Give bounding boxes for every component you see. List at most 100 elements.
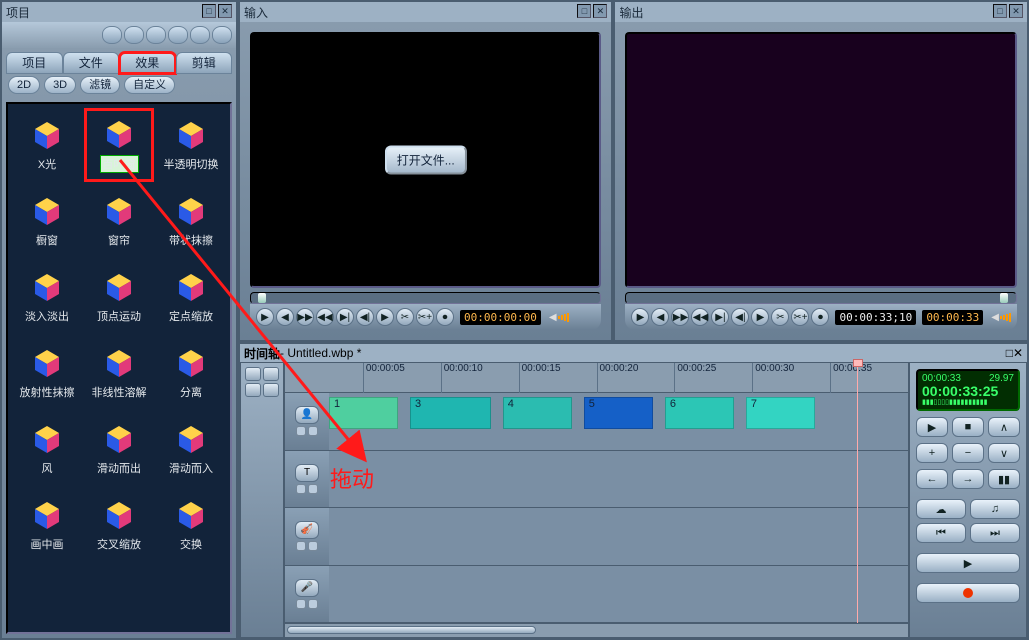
visibility-icon[interactable] (308, 484, 318, 494)
pad-btn[interactable]: ▶ (916, 417, 948, 437)
pad-btn[interactable]: ∨ (988, 443, 1020, 463)
visibility-icon[interactable] (308, 541, 318, 551)
sidebar-tool-3[interactable] (146, 26, 166, 44)
transport-btn-7[interactable]: ✂ (771, 308, 789, 326)
clip[interactable]: 6 (665, 397, 734, 429)
tl-tool[interactable] (263, 367, 279, 381)
clip[interactable]: 1 (329, 397, 398, 429)
filter-1[interactable]: 3D (44, 76, 76, 94)
pin-icon[interactable]: □ (577, 4, 591, 18)
pad-btn[interactable]: ▮▮ (988, 469, 1020, 489)
visibility-icon[interactable] (308, 599, 318, 609)
transport-btn-3[interactable]: ◀◀ (691, 308, 709, 326)
effect-item[interactable]: 交换 (158, 490, 224, 560)
filter-3[interactable]: 自定义 (124, 76, 175, 94)
effect-item[interactable]: 风 (14, 414, 80, 484)
lock-icon[interactable] (296, 426, 306, 436)
tab-0[interactable]: 项目 (6, 52, 63, 74)
clip[interactable]: 3 (410, 397, 491, 429)
sidebar-tool-5[interactable] (190, 26, 210, 44)
tab-1[interactable]: 文件 (63, 52, 120, 74)
pin-icon[interactable]: □ (1006, 346, 1013, 360)
tab-2[interactable]: 效果 (119, 52, 176, 74)
pad-btn[interactable]: ∧ (988, 417, 1020, 437)
lock-icon[interactable] (296, 599, 306, 609)
close-icon[interactable]: ✕ (593, 4, 607, 18)
effect-item[interactable]: 定点缩放 (158, 262, 224, 332)
transport-btn-7[interactable]: ✂ (396, 308, 414, 326)
video-track-body[interactable]: 134567 (329, 393, 908, 450)
effect-item[interactable]: 滑动而入 (158, 414, 224, 484)
transport-btn-0[interactable]: ▶ (256, 308, 274, 326)
effect-item[interactable]: 交叉缩放 (86, 490, 152, 560)
transport-btn-6[interactable]: ▶ (376, 308, 394, 326)
tl-tool[interactable] (245, 367, 261, 381)
pad-btn[interactable]: → (952, 469, 984, 489)
scrub-thumb[interactable] (258, 293, 266, 303)
sidebar-tool-2[interactable] (124, 26, 144, 44)
transport-btn-1[interactable]: ◀ (651, 308, 669, 326)
text-track-icon[interactable]: T (295, 464, 319, 482)
pad-btn[interactable]: ■ (952, 417, 984, 437)
input-screen[interactable]: 打开文件... (250, 32, 601, 288)
transport-btn-4[interactable]: ▶| (336, 308, 354, 326)
pad-btn[interactable]: ☁ (916, 499, 966, 519)
audio2-track-body[interactable] (329, 566, 908, 623)
sidebar-tool-6[interactable] (212, 26, 232, 44)
effect-item[interactable]: 滑动而出 (86, 414, 152, 484)
transport-btn-4[interactable]: ▶| (711, 308, 729, 326)
clip[interactable]: 5 (584, 397, 653, 429)
output-screen[interactable] (625, 32, 1017, 288)
tl-tool[interactable] (245, 383, 261, 397)
tab-3[interactable]: 剪辑 (176, 52, 233, 74)
transport-btn-8[interactable]: ✂+ (416, 308, 434, 326)
clip[interactable]: 7 (746, 397, 815, 429)
audio1-track-body[interactable] (329, 508, 908, 565)
scrub-thumb[interactable] (1000, 293, 1008, 303)
lock-icon[interactable] (296, 541, 306, 551)
effect-item[interactable]: 放射性抹擦 (14, 338, 80, 408)
transport-btn-8[interactable]: ✂+ (791, 308, 809, 326)
transport-btn-2[interactable]: ▶▶ (296, 308, 314, 326)
transport-btn-2[interactable]: ▶▶ (671, 308, 689, 326)
effect-item[interactable]: 画中画 (14, 490, 80, 560)
pad-btn[interactable]: + (916, 443, 948, 463)
transport-btn-5[interactable]: ◀| (356, 308, 374, 326)
transport-btn-9[interactable]: ⏺ (436, 308, 454, 326)
pad-btn[interactable]: ⏮ (916, 523, 966, 543)
transport-btn-0[interactable]: ▶ (631, 308, 649, 326)
lock-icon[interactable] (296, 484, 306, 494)
timeline-hscroll[interactable] (285, 623, 908, 637)
timeline-ruler[interactable]: 00:00:0500:00:1000:00:1500:00:2000:00:25… (285, 363, 908, 393)
effect-item[interactable]: 橱窗 (14, 186, 80, 256)
output-scrub[interactable] (625, 292, 1017, 304)
pad-btn[interactable]: − (952, 443, 984, 463)
filter-0[interactable]: 2D (8, 76, 40, 94)
playhead[interactable] (857, 363, 858, 637)
open-file-button[interactable]: 打开文件... (385, 146, 467, 175)
close-icon[interactable]: ✕ (1013, 346, 1023, 360)
effect-item[interactable]: 百叶窗 (86, 110, 152, 180)
volume-icon[interactable]: ◀ (549, 312, 569, 323)
play-button[interactable]: ▶ (916, 553, 1020, 573)
clip[interactable]: 4 (503, 397, 572, 429)
pad-btn[interactable]: ⏭ (970, 523, 1020, 543)
video-track-icon[interactable]: 👤 (295, 406, 319, 424)
effect-item[interactable]: 分离 (158, 338, 224, 408)
effect-item[interactable]: 半透明切换 (158, 110, 224, 180)
text-track-body[interactable] (329, 451, 908, 508)
pad-btn[interactable]: ← (916, 469, 948, 489)
mic-track-icon[interactable]: 🎤 (295, 579, 319, 597)
transport-btn-9[interactable]: ⏺ (811, 308, 829, 326)
effect-item[interactable]: 淡入淡出 (14, 262, 80, 332)
transport-btn-5[interactable]: ◀| (731, 308, 749, 326)
transport-btn-3[interactable]: ◀◀ (316, 308, 334, 326)
record-button[interactable] (916, 583, 1020, 603)
close-icon[interactable]: ✕ (1009, 4, 1023, 18)
volume-icon[interactable]: ◀ (991, 312, 1011, 323)
pin-icon[interactable]: □ (993, 4, 1007, 18)
sidebar-tool-1[interactable] (102, 26, 122, 44)
pin-icon[interactable]: □ (202, 4, 216, 18)
transport-btn-1[interactable]: ◀ (276, 308, 294, 326)
effect-item[interactable]: 非线性溶解 (86, 338, 152, 408)
